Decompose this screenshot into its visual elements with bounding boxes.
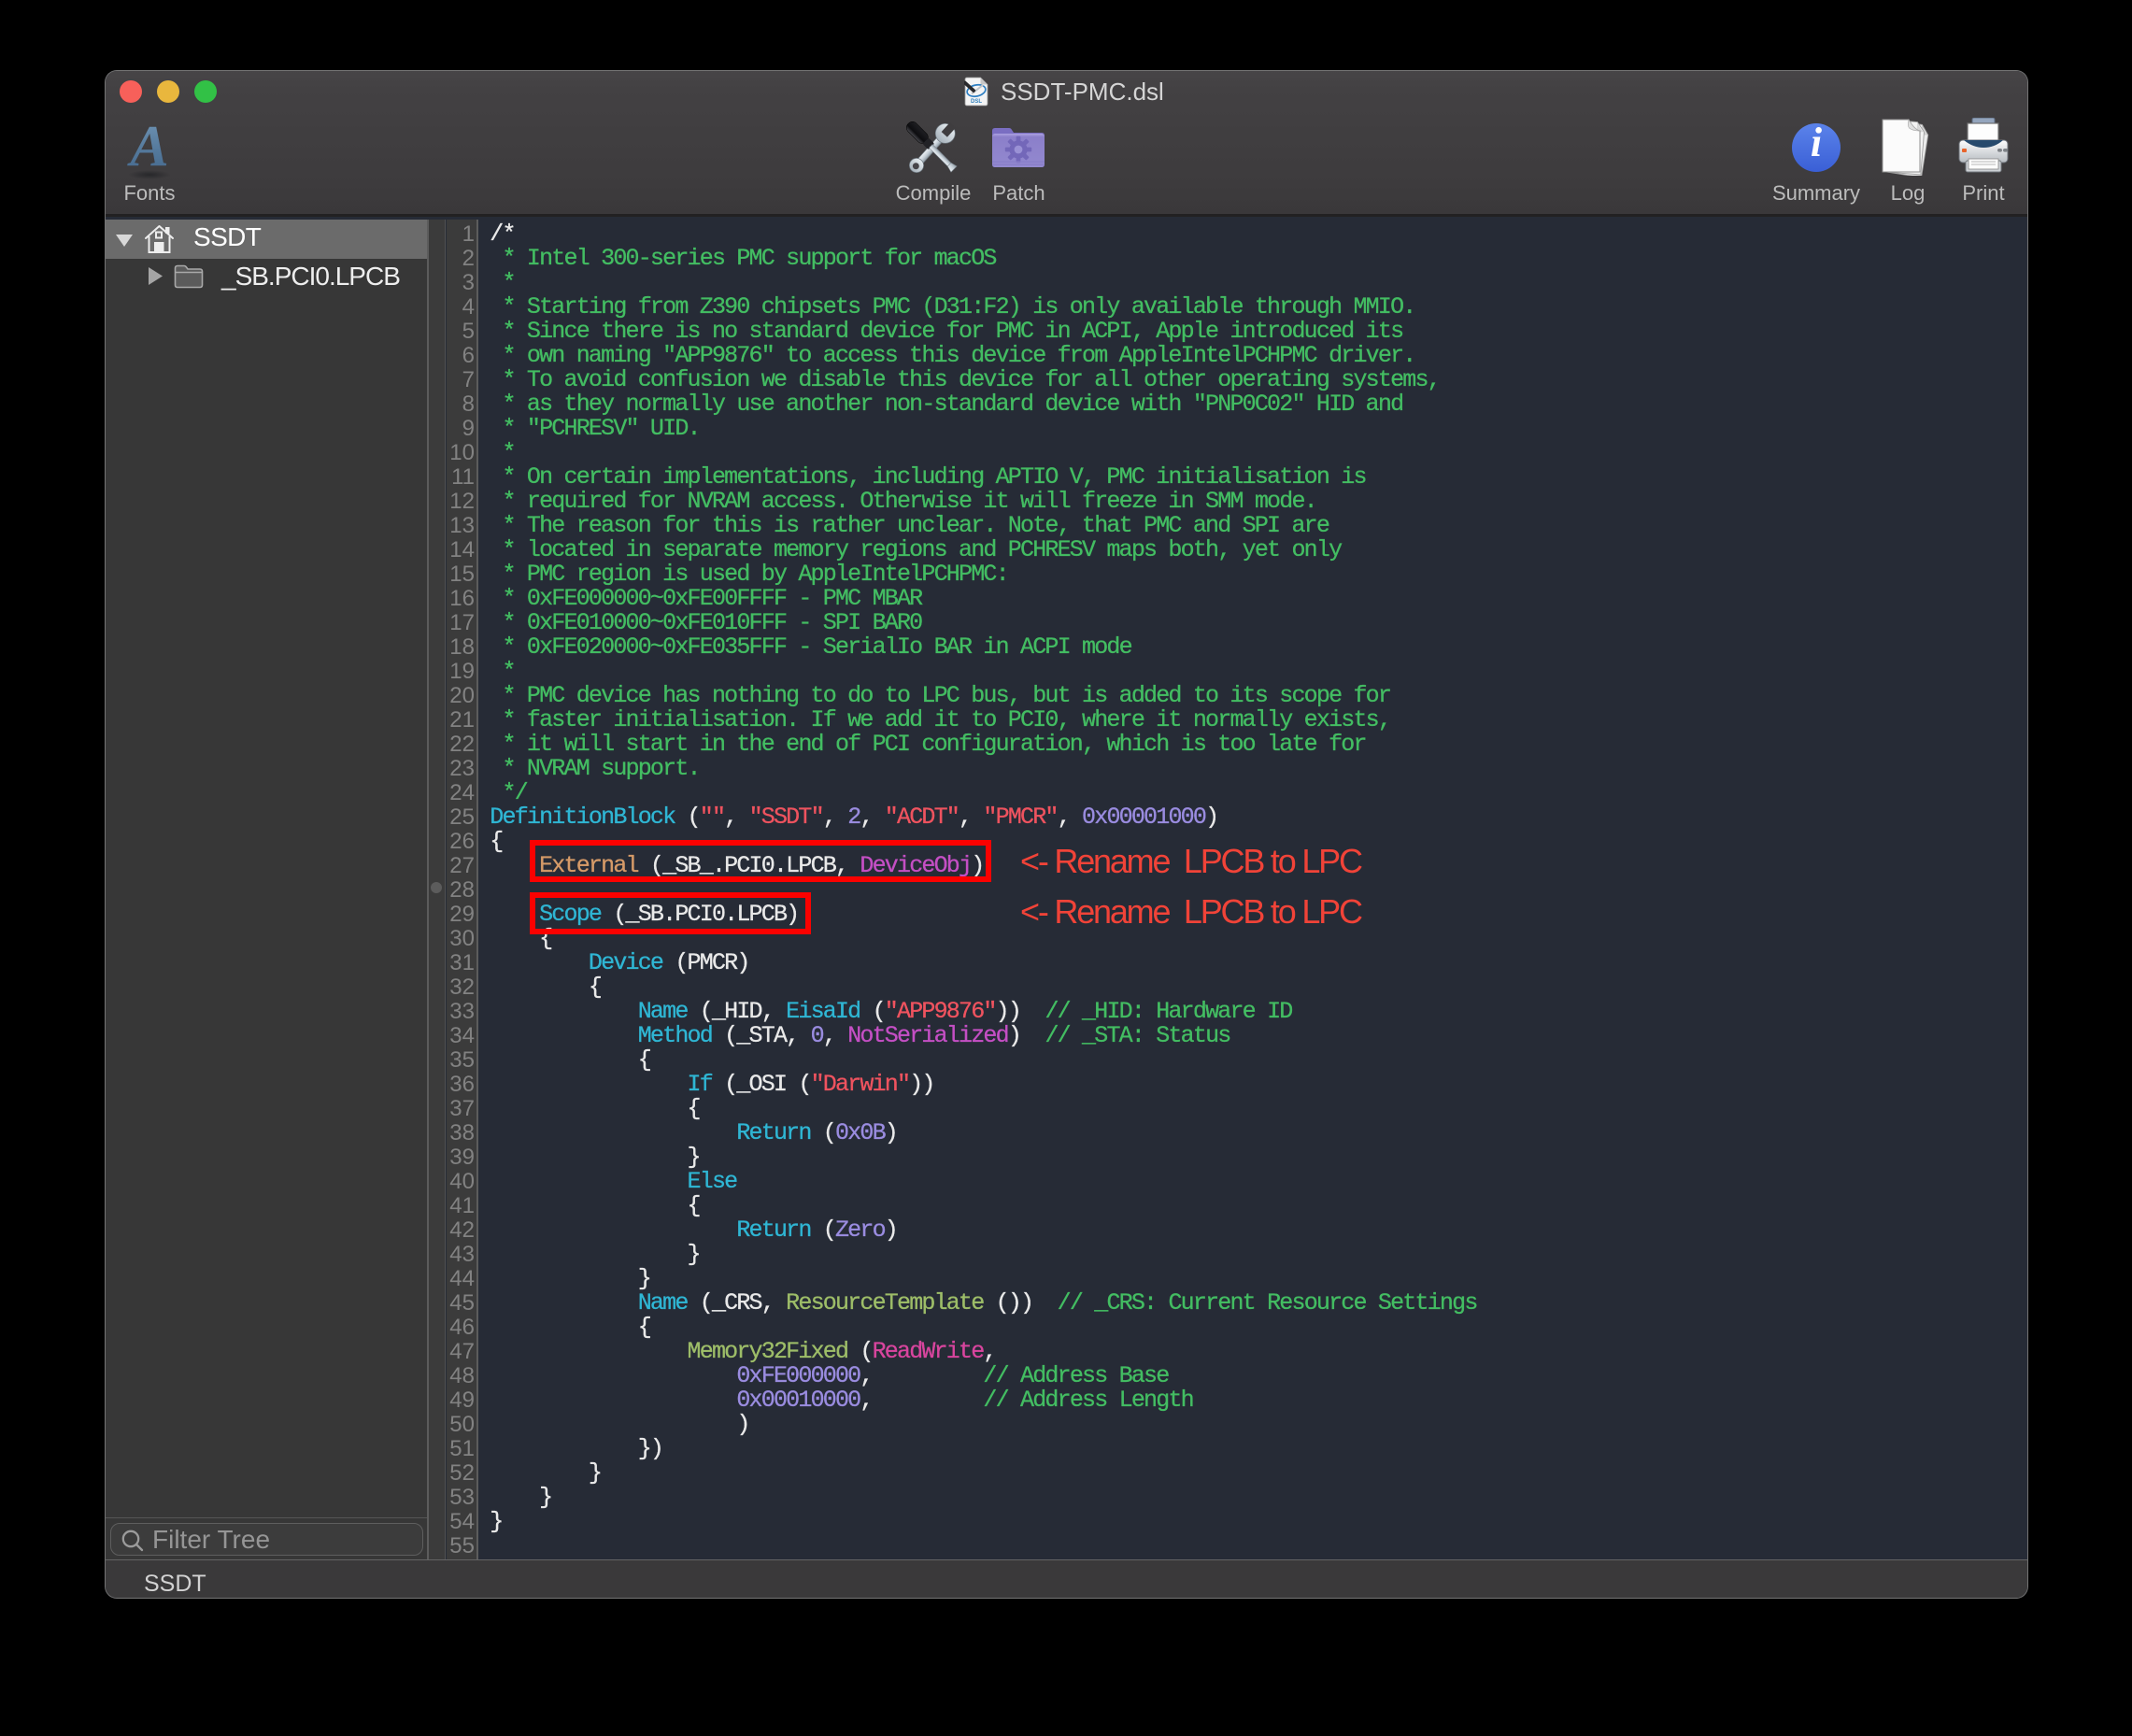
svg-text:DSL: DSL (971, 99, 982, 105)
